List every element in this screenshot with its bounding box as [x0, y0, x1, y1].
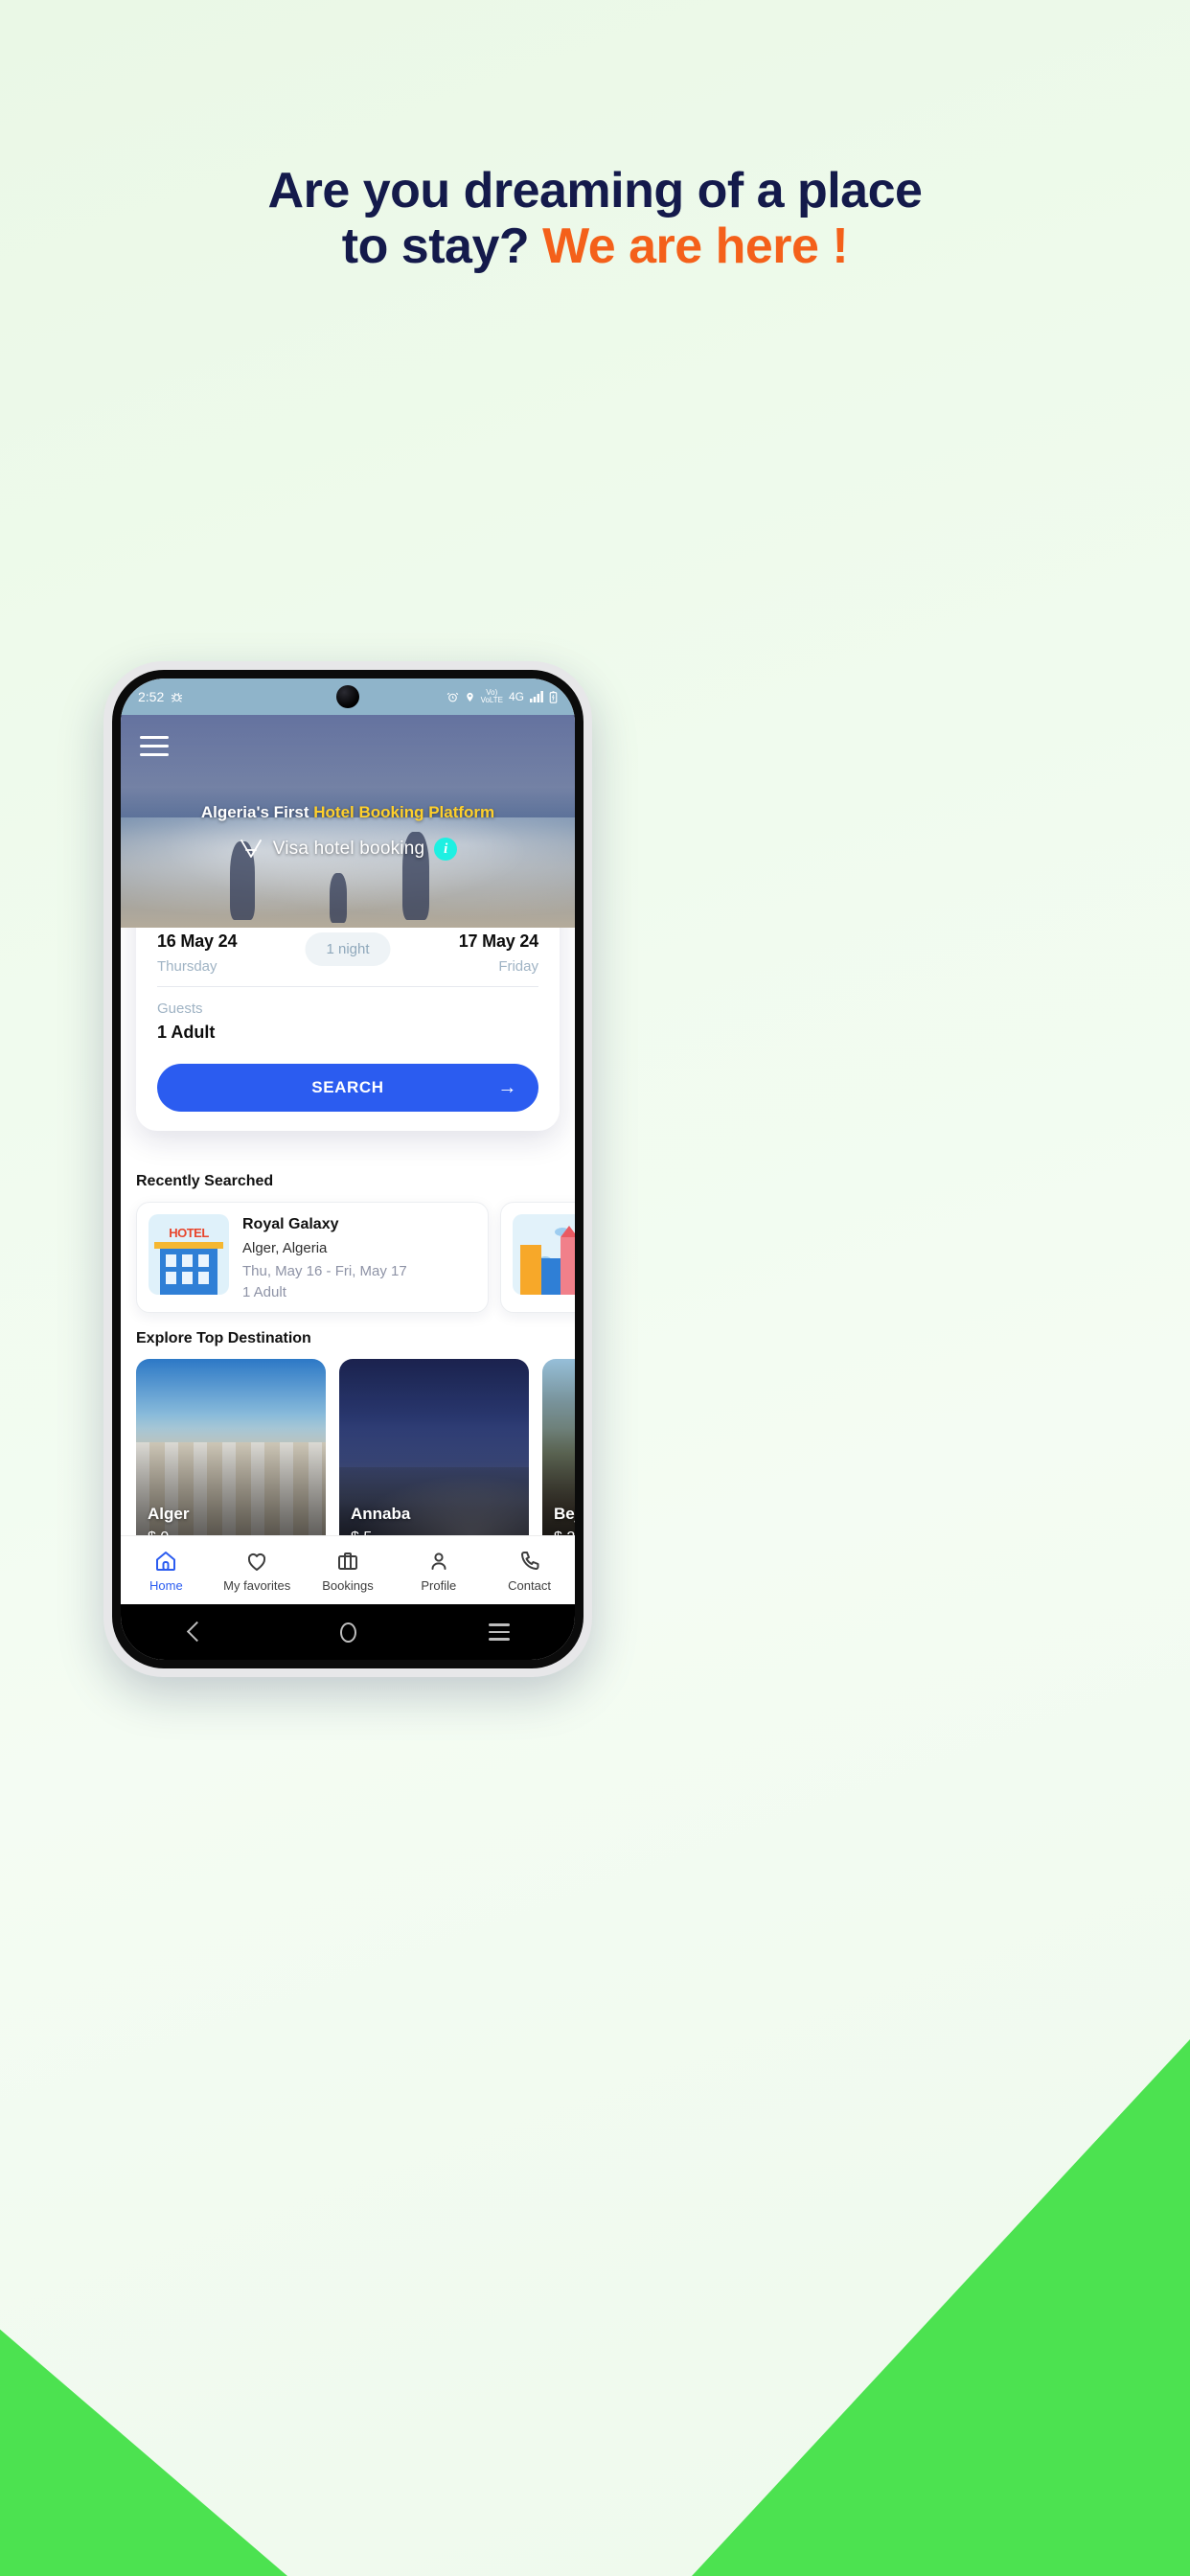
guests-value: 1 Adult: [157, 1023, 216, 1042]
destination-name: Alger: [148, 1505, 190, 1523]
camera-punch-hole: [336, 685, 359, 708]
destination-overlay: [542, 1359, 575, 1556]
menu-line: [140, 753, 169, 756]
hotel-canopy: [154, 1242, 223, 1249]
nav-label: Profile: [421, 1577, 457, 1593]
destinations-list: Alger $ 0 Annaba $ 5 Bejaia $ 23: [121, 1359, 575, 1556]
back-chevron-icon[interactable]: [168, 1615, 225, 1649]
search-button[interactable]: SEARCH →: [157, 1064, 538, 1112]
network-label: 4G: [508, 690, 524, 703]
building-shape: [520, 1245, 541, 1295]
nav-label: My favorites: [223, 1577, 291, 1593]
heart-icon: [212, 1549, 303, 1574]
nav-label: Contact: [508, 1577, 551, 1593]
city-buildings-icon: [513, 1214, 575, 1295]
hotel-dates: Thu, May 16 - Fri, May 17: [242, 1263, 407, 1279]
location-icon: [465, 691, 475, 703]
recent-item-info: Royal Galaxy Alger, Algeria Thu, May 16 …: [242, 1214, 476, 1300]
nav-item-home[interactable]: Home: [121, 1549, 212, 1593]
recently-searched-title: Recently Searched: [136, 1173, 274, 1189]
alarm-icon: [446, 691, 459, 703]
visa-text: Visa hotel booking: [272, 839, 425, 859]
destination-card-bejaia[interactable]: Bejaia $ 23: [542, 1359, 575, 1556]
hotel-sign-text: HOTEL: [169, 1226, 209, 1240]
nav-label: Home: [149, 1577, 183, 1593]
menu-line: [140, 736, 169, 739]
destination-overlay: [339, 1359, 529, 1556]
beach-figure: [330, 872, 348, 923]
hotel-location: Alger, Algeria: [242, 1240, 328, 1256]
list-item[interactable]: HOTEL Royal Galaxy Alger, Algeria Thu, M…: [136, 1202, 489, 1313]
home-circle-icon[interactable]: [319, 1615, 377, 1649]
hero-banner: Algeria's First Hotel Booking Platform V…: [121, 715, 575, 928]
status-bar-right: Vo) VoLTE 4G: [446, 689, 558, 704]
hamburger-menu-icon[interactable]: [140, 736, 169, 756]
visa-hotel-booking-row[interactable]: Visa hotel booking i: [121, 838, 575, 861]
guests-label: Guests: [157, 1000, 203, 1017]
status-bar-left: 2:52: [138, 689, 183, 704]
volte-label-bottom: VoLTE: [480, 696, 503, 704]
nav-item-contact[interactable]: Contact: [484, 1549, 575, 1593]
hero-title: Algeria's First Hotel Booking Platform: [121, 803, 575, 822]
headline-line-2: to stay? We are here !: [0, 218, 1190, 274]
status-bar: 2:52 Vo) VoLTE 4G: [121, 678, 575, 715]
nights-badge: 1 night: [305, 932, 391, 966]
promo-headline: Are you dreaming of a place to stay? We …: [0, 163, 1190, 274]
nav-item-profile[interactable]: Profile: [393, 1549, 484, 1593]
hotel-guests: 1 Adult: [242, 1284, 286, 1300]
hero-title-white: Algeria's First: [200, 803, 314, 821]
hotel-name: Royal Galaxy: [242, 1216, 339, 1232]
date-range-row: Check-in 16 May 24 Thursday 1 night Chec…: [157, 928, 538, 987]
guests-block[interactable]: Guests 1 Adult: [157, 987, 538, 1043]
hero-photo-figures: [121, 804, 575, 928]
destination-name: Annaba: [351, 1505, 411, 1523]
corner-wedge-bottom-right: [692, 2039, 1190, 2576]
person-icon: [393, 1549, 484, 1574]
destination-overlay: [136, 1359, 326, 1556]
status-time: 2:52: [138, 689, 165, 704]
battery-icon: [549, 690, 558, 703]
recents-lines-icon[interactable]: [470, 1615, 528, 1649]
headline-line-2-dark: to stay?: [341, 218, 543, 275]
search-button-label: SEARCH: [311, 1078, 384, 1096]
corner-wedge-bottom-left: [0, 2329, 287, 2576]
destination-name: Bejaia: [554, 1505, 575, 1523]
headline-line-2-accent: We are here !: [542, 218, 849, 275]
hotel-body: [160, 1249, 217, 1295]
building-shape: [541, 1258, 561, 1295]
visa-v-logo-icon: [239, 838, 263, 861]
phone-mockup: 2:52 Vo) VoLTE 4G Algeria's First Hotel …: [103, 661, 592, 1677]
phone-icon: [484, 1549, 575, 1574]
phone-screen: 2:52 Vo) VoLTE 4G Algeria's First Hotel …: [121, 678, 575, 1660]
briefcase-icon: [303, 1549, 394, 1574]
arrow-right-icon: →: [497, 1076, 517, 1098]
destinations-title: Explore Top Destination: [136, 1330, 311, 1346]
list-item[interactable]: [500, 1202, 575, 1313]
hero-title-yellow: Hotel Booking Platform: [313, 803, 495, 821]
info-icon[interactable]: i: [434, 838, 458, 861]
destination-card-alger[interactable]: Alger $ 0: [136, 1359, 326, 1556]
recently-searched-list: HOTEL Royal Galaxy Alger, Algeria Thu, M…: [121, 1202, 575, 1313]
home-icon: [121, 1549, 212, 1574]
headline-line-1: Are you dreaming of a place: [267, 163, 923, 218]
search-card: Alger Check-in 16 May 24 Thursday 1 nigh…: [136, 928, 560, 1131]
app-content: Alger Check-in 16 May 24 Thursday 1 nigh…: [121, 928, 575, 1604]
bottom-navigation: Home My favorites Bookings Profile Conta…: [121, 1535, 575, 1604]
hotel-building-icon: HOTEL: [149, 1214, 229, 1295]
android-system-nav: [121, 1604, 575, 1660]
building-shape: [561, 1226, 575, 1295]
signal-bars-icon: [530, 691, 543, 702]
phone-bezel: 2:52 Vo) VoLTE 4G Algeria's First Hotel …: [112, 670, 584, 1668]
nav-item-my-favorites[interactable]: My favorites: [212, 1549, 303, 1593]
volte-icon: Vo) VoLTE: [481, 689, 503, 704]
nav-item-bookings[interactable]: Bookings: [303, 1549, 394, 1593]
destination-card-annaba[interactable]: Annaba $ 5: [339, 1359, 529, 1556]
nav-label: Bookings: [322, 1577, 374, 1593]
menu-line: [140, 745, 169, 748]
bug-icon: [171, 691, 183, 703]
